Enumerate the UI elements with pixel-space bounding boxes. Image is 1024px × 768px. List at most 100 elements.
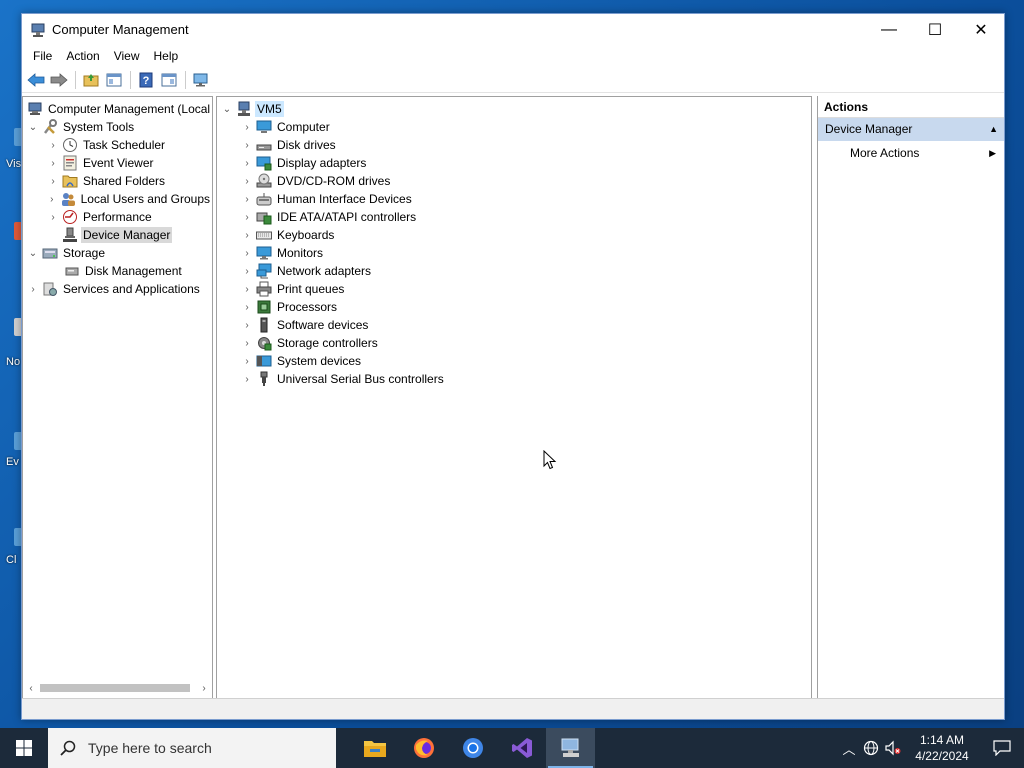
chevron-down-icon[interactable]: ⌄ (221, 100, 233, 118)
notifications-button[interactable] (980, 728, 1024, 768)
device-category-processors[interactable]: › Processors (217, 298, 811, 316)
tree-item-local-users-and-groups[interactable]: › Local Users and Groups (23, 190, 212, 208)
help-button[interactable]: ? (135, 69, 157, 91)
chevron-right-icon[interactable]: › (241, 370, 253, 388)
device-category-universal-serial-bus-controllers[interactable]: › Universal Serial Bus controllers (217, 370, 811, 388)
tree-label: Local Users and Groups (80, 192, 210, 206)
chevron-right-icon[interactable]: › (47, 154, 59, 172)
close-button[interactable]: ✕ (958, 14, 1004, 45)
tree-item-task-scheduler[interactable]: › Task Scheduler (23, 136, 212, 154)
chevron-right-icon[interactable]: › (241, 280, 253, 298)
tree-item-disk-management[interactable]: Disk Management (23, 262, 212, 280)
menu-action[interactable]: Action (59, 45, 106, 67)
device-category-label: Processors (277, 300, 338, 314)
tree-item-shared-folders[interactable]: › Shared Folders (23, 172, 212, 190)
chevron-right-icon[interactable]: › (241, 208, 253, 226)
start-button[interactable] (0, 728, 48, 768)
menu-file[interactable]: File (26, 45, 59, 67)
tree-item-device-manager[interactable]: Device Manager (23, 226, 212, 244)
device-category-print-queues[interactable]: › Print queues (217, 280, 811, 298)
device-category-display-adapters[interactable]: › Display adapters (217, 154, 811, 172)
chevron-right-icon[interactable]: › (241, 352, 253, 370)
chevron-right-icon[interactable]: › (241, 136, 253, 154)
device-category-system-devices[interactable]: › System devices (217, 352, 811, 370)
ide-controller-icon (256, 209, 272, 225)
chevron-right-icon[interactable]: › (241, 316, 253, 334)
visual-studio-icon (511, 738, 532, 758)
scrollbar-track[interactable] (38, 681, 197, 695)
chevron-down-icon[interactable]: ⌄ (27, 118, 39, 136)
menu-bar: File Action View Help (22, 45, 1004, 67)
volume-muted-icon[interactable] (882, 728, 904, 768)
scroll-right-icon[interactable]: › (197, 683, 211, 694)
notification-icon (993, 740, 1011, 756)
taskbar-chrome[interactable] (448, 728, 497, 768)
maximize-button[interactable]: ☐ (912, 14, 958, 45)
tree-item-performance[interactable]: › Performance (23, 208, 212, 226)
search-icon (60, 740, 76, 756)
network-globe-icon[interactable] (860, 728, 882, 768)
clock[interactable]: 1:14 AM 4/22/2024 (904, 732, 980, 764)
menu-help[interactable]: Help (147, 45, 186, 67)
chevron-right-icon[interactable]: › (241, 262, 253, 280)
up-one-level-button[interactable] (80, 69, 102, 91)
toolbar: ? (22, 67, 1004, 93)
show-hide-action-pane-button[interactable] (158, 69, 180, 91)
device-category-disk-drives[interactable]: › Disk drives (217, 136, 811, 154)
device-category-computer[interactable]: › Computer (217, 118, 811, 136)
device-category-storage-controllers[interactable]: › Storage controllers (217, 334, 811, 352)
actions-group-device-manager[interactable]: Device Manager ▲ (818, 118, 1004, 141)
chevron-right-icon[interactable]: › (241, 190, 253, 208)
chevron-right-icon[interactable]: › (241, 226, 253, 244)
device-category-software-devices[interactable]: › Software devices (217, 316, 811, 334)
action-pane-icon (161, 73, 177, 86)
scan-hardware-button[interactable] (190, 69, 212, 91)
more-actions-item[interactable]: More Actions ▶ (818, 141, 1004, 165)
horizontal-scrollbar[interactable]: ‹ › (24, 680, 211, 696)
taskbar-visual-studio[interactable] (497, 728, 546, 768)
chevron-right-icon[interactable]: › (27, 280, 39, 298)
chevron-right-icon[interactable]: › (47, 136, 59, 154)
chevron-up-icon[interactable]: ︿ (838, 728, 860, 768)
tree-item-event-viewer[interactable]: › Event Viewer (23, 154, 212, 172)
device-category-dvd-cd-rom-drives[interactable]: › DVD/CD-ROM drives (217, 172, 811, 190)
chevron-right-icon[interactable]: › (47, 190, 57, 208)
device-category-ide-ata-atapi-controllers[interactable]: › IDE ATA/ATAPI controllers (217, 208, 811, 226)
chevron-right-icon[interactable]: › (47, 172, 59, 190)
device-category-human-interface-devices[interactable]: › Human Interface Devices (217, 190, 811, 208)
device-category-monitors[interactable]: › Monitors (217, 244, 811, 262)
taskbar-computer-management[interactable] (546, 728, 595, 768)
tree-label: Task Scheduler (83, 138, 166, 152)
scrollbar-thumb[interactable] (40, 684, 190, 692)
menu-view[interactable]: View (107, 45, 147, 67)
chevron-right-icon[interactable]: › (241, 118, 253, 136)
chevron-down-icon[interactable]: ⌄ (27, 244, 39, 262)
chevron-right-icon[interactable]: › (47, 208, 59, 226)
chevron-right-icon[interactable]: › (241, 298, 253, 316)
device-category-keyboards[interactable]: › Keyboards (217, 226, 811, 244)
chevron-right-icon[interactable]: › (241, 172, 253, 190)
taskbar-file-explorer[interactable] (350, 728, 399, 768)
tree-label: Device Manager (81, 227, 173, 243)
taskbar-firefox[interactable] (399, 728, 448, 768)
tree-item-services-and-applications[interactable]: › Services and Applications (23, 280, 212, 298)
back-button[interactable] (25, 69, 47, 91)
collapse-up-icon[interactable]: ▲ (989, 118, 998, 141)
device-tree-root[interactable]: ⌄ VM5 (217, 100, 811, 118)
tree-item-storage[interactable]: ⌄ Storage (23, 244, 212, 262)
chevron-right-icon[interactable]: › (241, 244, 253, 262)
taskbar-search-box[interactable]: Type here to search (48, 728, 336, 768)
forward-button[interactable] (48, 69, 70, 91)
device-category-label: Print queues (277, 282, 345, 296)
device-category-label: Network adapters (277, 264, 372, 278)
device-category-label: Universal Serial Bus controllers (277, 372, 444, 386)
tree-item-system-tools[interactable]: ⌄ System Tools (23, 118, 212, 136)
chevron-right-icon[interactable]: › (241, 334, 253, 352)
scroll-left-icon[interactable]: ‹ (24, 683, 38, 694)
show-hide-console-tree-button[interactable] (103, 69, 125, 91)
chevron-right-icon[interactable]: › (241, 154, 253, 172)
title-bar[interactable]: Computer Management — ☐ ✕ (22, 14, 1004, 45)
minimize-button[interactable]: — (866, 14, 912, 45)
tree-root[interactable]: Computer Management (Local (23, 100, 212, 118)
device-category-network-adapters[interactable]: › Network adapters (217, 262, 811, 280)
